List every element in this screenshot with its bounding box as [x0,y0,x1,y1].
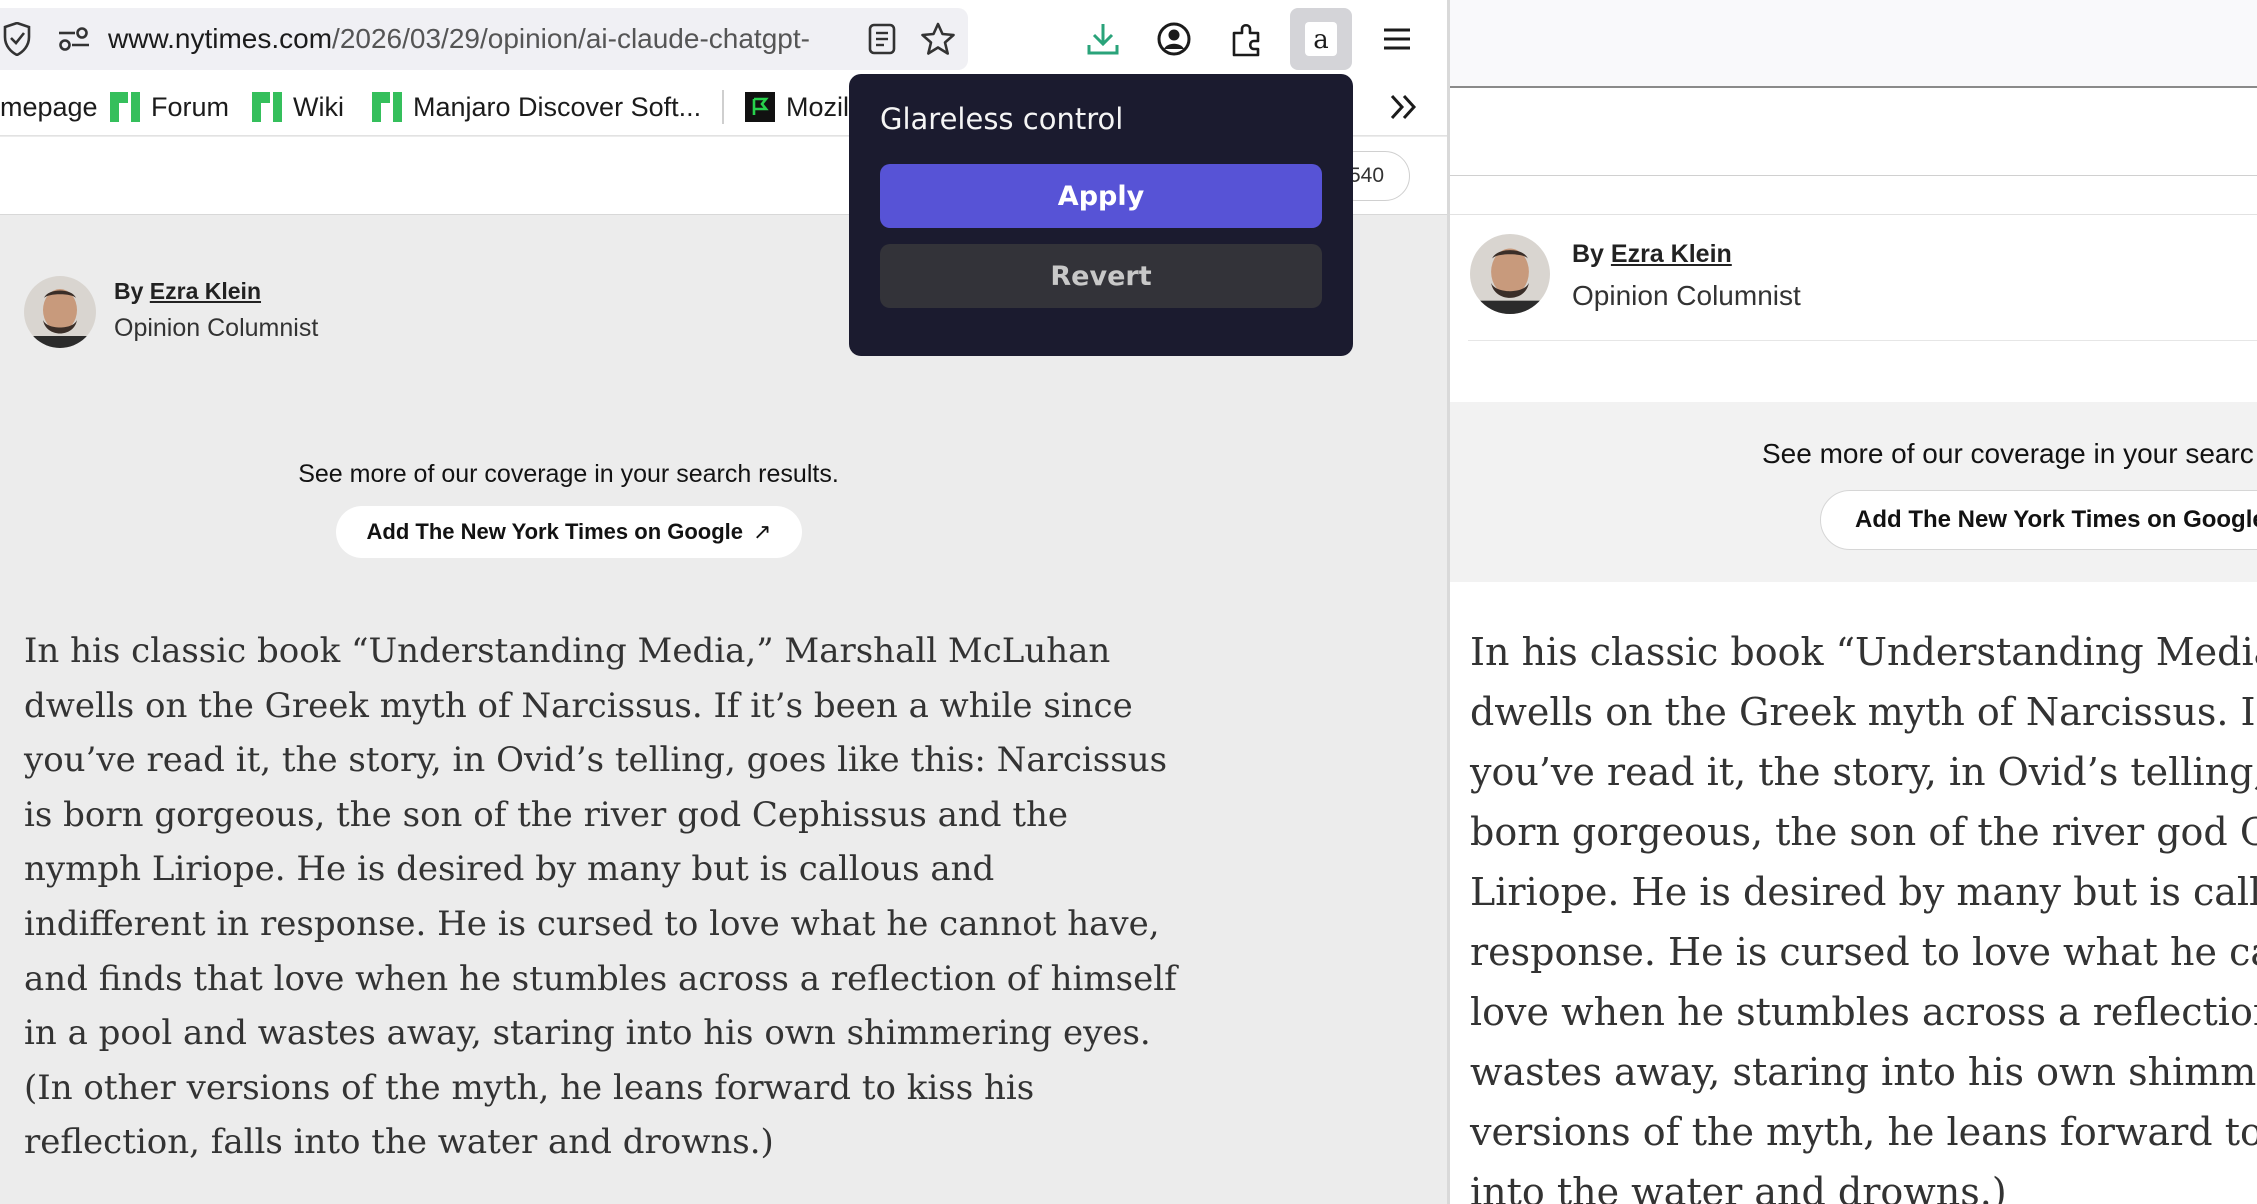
url-host: www.nytimes.com [108,23,333,54]
article-line: versions of the myth, he leans forward t… [1470,1110,2257,1154]
article-line: nymph Liriope. He is desired by many but… [24,849,995,890]
url-path: /2026/03/29/opinion/ai-claude-chatgpt- [332,23,810,54]
article-line: love when he stumbles across a reflectio… [1470,990,2257,1034]
article-line: in a pool and wastes away, staring into … [24,1013,1151,1054]
article-line: reflection, falls into the water and dro… [24,1122,774,1163]
bookmark-manjaro-discover[interactable]: Manjaro Discover Soft... [371,78,701,136]
article-line: and finds that love when he stumbles acr… [24,958,1177,999]
article-line: is born gorgeous, the son of the river g… [24,794,1069,835]
author-avatar[interactable] [1470,234,1550,314]
byline: By Ezra Klein [114,278,261,305]
download-icon [1087,24,1119,55]
svg-text:a: a [1313,25,1329,55]
popup-title: Glareless control [880,102,1124,136]
reader-view-icon[interactable] [862,8,902,70]
byline-divider [1468,340,2257,341]
byline-prefix: By [114,278,150,304]
subscribe-pill-text: 540 [1349,164,1385,187]
account-button[interactable] [1143,8,1205,70]
article-line: indifferent in response. He is cursed to… [24,903,1160,944]
bookmark-label: mepage [0,91,98,122]
bookmark-wiki[interactable]: Wiki [251,78,344,136]
right-browser-window: By Ezra Klein Opinion Columnist See more… [1450,0,2257,1204]
author-role: Opinion Columnist [1572,280,1801,311]
browser-toolbar: www.nytimes.com/2026/03/29/opinion/ai-cl… [0,0,1447,78]
article-line: into the water and drowns.) [1470,1170,2007,1204]
add-nyt-google-label: Add The New York Times on Google [366,519,744,544]
author-link[interactable]: Ezra Klein [1611,240,1732,268]
article-line: In his classic book “Understanding Media… [24,631,1111,671]
article-line: dwells on the Greek myth of Narcissus. I… [1470,690,2257,734]
bookmark-label: Mozil [786,91,850,122]
shield-icon[interactable] [0,8,34,70]
add-nyt-google-button[interactable]: Add The New York Times on Google [1820,490,2257,550]
bookmarks-overflow-button[interactable] [1388,78,1420,136]
double-chevron-right-icon [1390,94,1417,120]
byline: By Ezra Klein [1572,240,1732,269]
left-browser-window: www.nytimes.com/2026/03/29/opinion/ai-cl… [0,0,1447,1204]
author-link[interactable]: Ezra Klein [150,278,261,304]
author-photo [1470,234,1550,314]
glareless-extension-button[interactable]: a [1290,8,1352,70]
bookmark-separator [722,90,724,124]
article-line: In his classic book “Understanding Media… [1470,630,2257,674]
bookmark-forum[interactable]: Forum [109,78,229,136]
byline-prefix: By [1572,240,1611,268]
external-arrow-icon: ↗ [753,519,772,544]
article-line: wastes away, staring into his own shimme… [1470,1050,2257,1094]
apply-label: Apply [1057,180,1145,212]
right-window-toolbar [1450,0,2257,88]
puzzle-icon [1232,23,1260,57]
hamburger-menu-icon [1384,28,1410,50]
right-window-bar [1450,90,2257,176]
bookmark-mozilla[interactable]: Mozil [744,78,849,136]
account-icon [1157,22,1191,56]
article-line: response. He is cursed to love what he c… [1470,930,2257,974]
article-line: Liriope. He is desired by many but is ca… [1470,870,2257,914]
article-body: In his classic book “Understanding Media… [24,624,1177,1170]
add-nyt-google-label: Add The New York Times on Google [1855,506,2257,533]
search-coverage-text: See more of our coverage in your search … [298,460,839,488]
bookmark-star-icon[interactable] [916,8,960,70]
revert-label: Revert [1050,260,1152,292]
url-text[interactable]: www.nytimes.com/2026/03/29/opinion/ai-cl… [108,8,848,70]
article-line: born gorgeous, the son of the river god … [1470,810,2257,854]
search-coverage-text: See more of our coverage in your searc [1762,438,2254,469]
glareless-extension-icon: a [1305,22,1337,56]
bookmark-label: Forum [151,91,230,122]
author-avatar[interactable] [24,276,96,348]
article-line: dwells on the Greek myth of Narcissus. I… [24,685,1133,726]
manjaro-icon [252,92,282,122]
bookmark-homepage[interactable]: mepage [0,78,98,136]
article-line: you’ve read it, the story, in Ovid’s tel… [1470,750,2257,794]
apply-button[interactable]: Apply [880,164,1322,228]
article-line: you’ve read it, the story, in Ovid’s tel… [24,740,1168,781]
url-bar[interactable]: www.nytimes.com/2026/03/29/opinion/ai-cl… [0,8,968,70]
glareless-popup: Glareless control Apply Revert [849,74,1353,356]
search-cta-band: See more of our coverage in your searc A… [1450,402,2257,582]
article-body: In his classic book “Understanding Media… [1470,622,2257,1204]
app-menu-button[interactable] [1366,8,1428,70]
site-settings-icon[interactable] [54,8,94,70]
author-role: Opinion Columnist [114,314,319,342]
add-nyt-google-button[interactable]: Add The New York Times on Google ↗ [336,506,802,558]
extensions-button[interactable] [1216,8,1278,70]
manjaro-icon [372,92,402,122]
manjaro-icon [110,92,140,122]
mozilla-icon [745,92,775,122]
downloads-button[interactable] [1072,8,1134,70]
article-line: (In other versions of the myth, he leans… [24,1067,1035,1108]
revert-button[interactable]: Revert [880,244,1322,308]
bookmark-label: Manjaro Discover Soft... [413,91,702,122]
bookmark-label: Wiki [293,91,344,122]
right-window-header [1450,177,2257,215]
author-photo [24,276,96,348]
